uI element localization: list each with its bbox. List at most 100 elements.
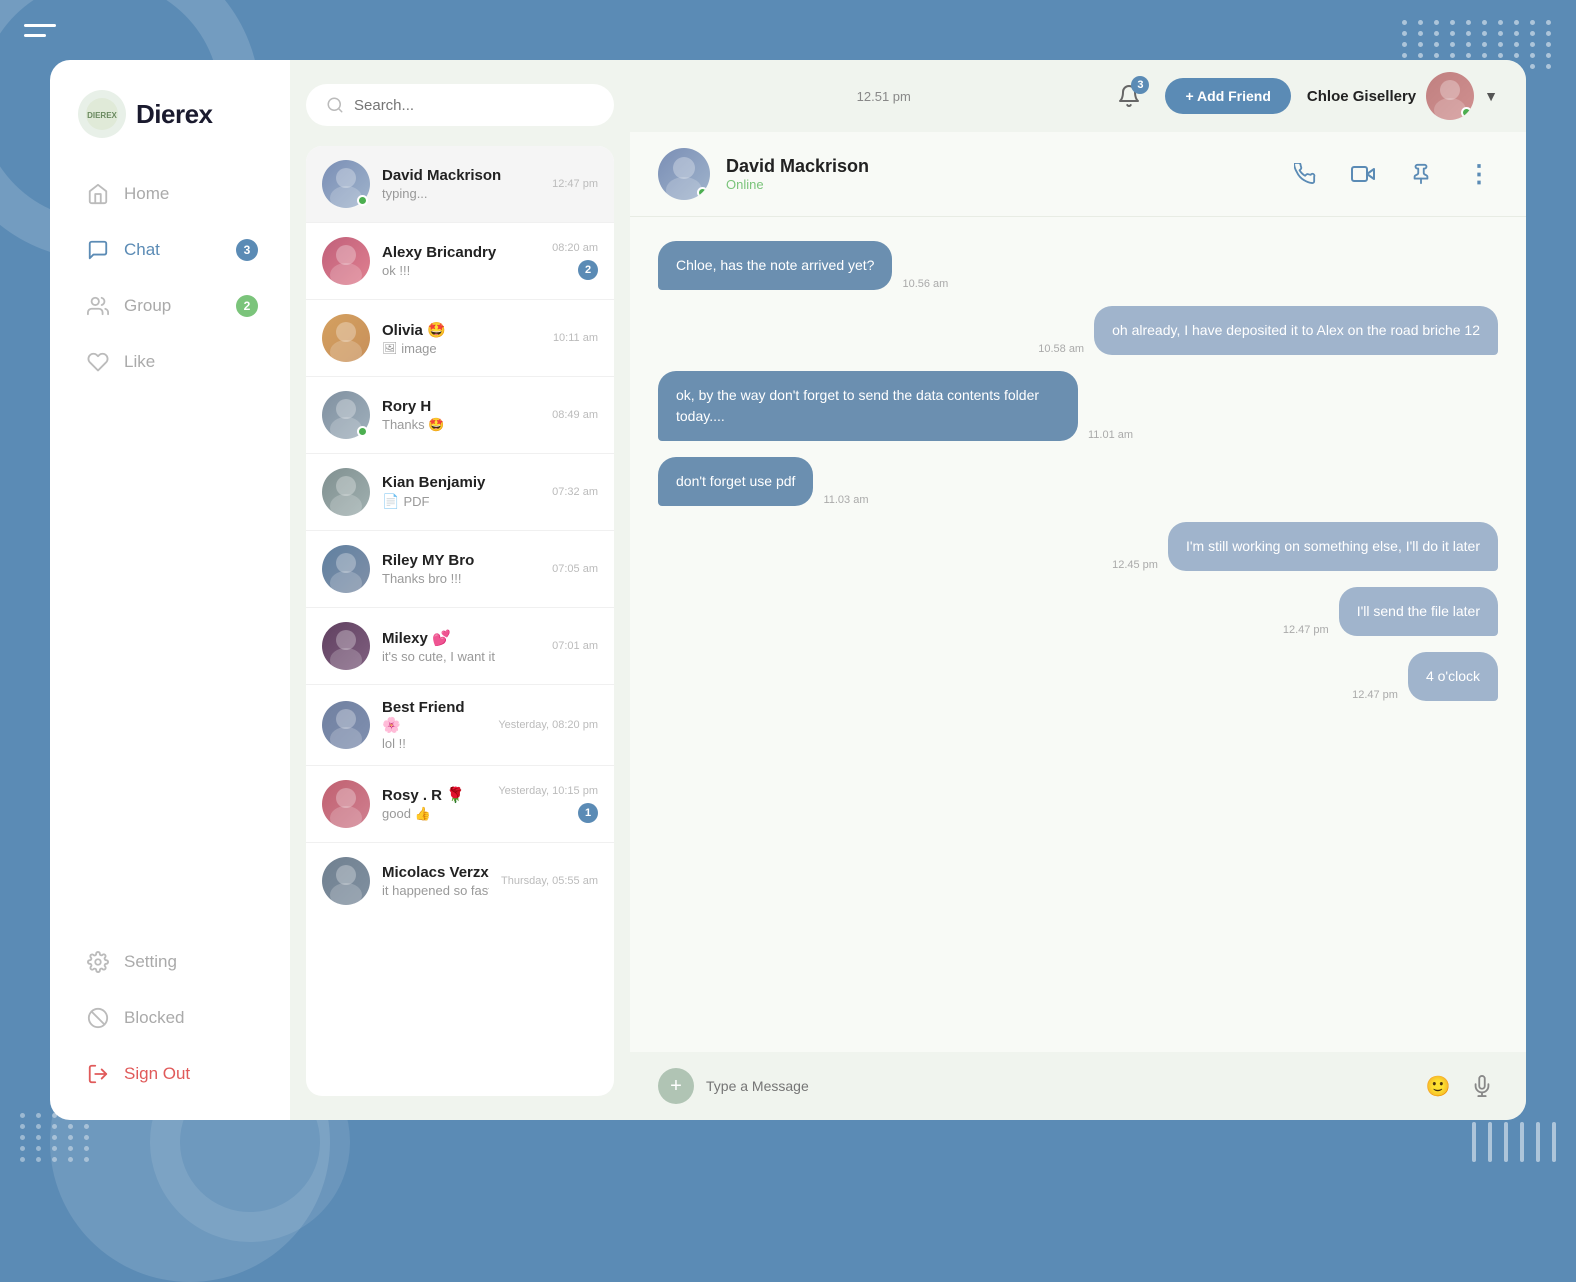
chat-header: David Mackrison Online <box>630 132 1526 217</box>
chat-preview: good 👍 <box>382 806 486 822</box>
message-bubble: ok, by the way don't forget to send the … <box>658 371 1078 441</box>
sidebar-logo: DIEREX Dierex <box>50 90 290 168</box>
chat-item[interactable]: Rory H Thanks 🤩 08:49 am <box>306 377 614 454</box>
sidebar-item-blocked[interactable]: Blocked <box>66 992 274 1044</box>
chat-list: David Mackrison typing... 12:47 pm Alexy… <box>306 146 614 1096</box>
pdf-icon: 📄 <box>382 493 399 510</box>
chat-item[interactable]: Micolacs Verzx it happened so fast... Th… <box>306 843 614 919</box>
avatar-wrap <box>322 857 370 905</box>
like-icon <box>86 350 110 374</box>
pin-button[interactable] <box>1402 155 1440 193</box>
chat-name: Rosy . R 🌹 <box>382 786 486 804</box>
user-online-dot <box>1461 107 1472 118</box>
mic-button[interactable] <box>1466 1070 1498 1102</box>
chat-preview: 📄 PDF <box>382 493 540 510</box>
chat-time: 08:49 am <box>552 409 598 421</box>
chat-time: Yesterday, 08:20 pm <box>498 719 598 731</box>
chat-name: Alexy Bricandry <box>382 244 540 261</box>
notification-button[interactable]: 3 <box>1109 76 1149 116</box>
user-profile: Chloe Gisellery ▼ <box>1307 72 1498 120</box>
chat-item[interactable]: Rosy . R 🌹 good 👍 Yesterday, 10:15 pm 1 <box>306 766 614 843</box>
chat-time: 08:20 am <box>552 242 598 254</box>
message-input[interactable] <box>706 1078 1410 1094</box>
avatar-wrap <box>322 237 370 285</box>
message-bubble: don't forget use pdf <box>658 457 813 506</box>
chat-item[interactable]: Alexy Bricandry ok !!! 08:20 am 2 <box>306 223 614 300</box>
sidebar-item-label: Group <box>124 296 171 316</box>
sidebar-item-chat[interactable]: Chat 3 <box>66 224 274 276</box>
unread-badge: 2 <box>578 260 598 280</box>
chat-time: 07:01 am <box>552 640 598 652</box>
emoji-button[interactable]: 🙂 <box>1422 1070 1454 1102</box>
avatar <box>322 622 370 670</box>
chat-preview: lol !! <box>382 736 486 751</box>
message-row: ok, by the way don't forget to send the … <box>658 371 1498 441</box>
message-bubble: Chloe, has the note arrived yet? <box>658 241 892 290</box>
sidebar-item-setting[interactable]: Setting <box>66 936 274 988</box>
sidebar-item-group[interactable]: Group 2 <box>66 280 274 332</box>
chat-time: 10:11 am <box>553 332 598 344</box>
sidebar-item-home[interactable]: Home <box>66 168 274 220</box>
chat-name: Olivia 🤩 <box>382 321 541 339</box>
sidebar-item-label: Chat <box>124 240 160 260</box>
message-time: 12.47 pm <box>1352 689 1398 701</box>
chat-meta: 07:05 am <box>552 563 598 575</box>
chat-name: Rory H <box>382 398 540 415</box>
hamburger-menu[interactable] <box>24 24 56 37</box>
message-row: I'm still working on something else, I'l… <box>658 522 1498 571</box>
message-row: 4 o'clock 12.47 pm <box>658 652 1498 701</box>
more-options-button[interactable]: ⋮ <box>1460 155 1498 193</box>
chat-time: Yesterday, 10:15 pm <box>498 785 598 797</box>
chat-item[interactable]: Riley MY Bro Thanks bro !!! 07:05 am <box>306 531 614 608</box>
chat-preview: ok !!! <box>382 263 540 278</box>
chat-preview: 🖼 image <box>382 341 541 356</box>
avatar-wrap <box>322 391 370 439</box>
messages-area: Chloe, has the note arrived yet? 10.56 a… <box>630 217 1526 1052</box>
attach-button[interactable]: + <box>658 1068 694 1104</box>
message-time: 12.47 pm <box>1283 624 1329 636</box>
chevron-down-icon[interactable]: ▼ <box>1484 88 1498 104</box>
chat-meta: 08:20 am 2 <box>552 242 598 280</box>
sidebar: DIEREX Dierex Home <box>50 60 290 1120</box>
video-call-button[interactable] <box>1344 155 1382 193</box>
message-time: 10.56 am <box>902 278 948 290</box>
avatar <box>322 701 370 749</box>
top-bar-actions: 3 + Add Friend Chloe Gisellery ▼ <box>1109 72 1498 120</box>
notification-badge: 3 <box>1131 76 1149 94</box>
chat-name: David Mackrison <box>382 167 540 184</box>
search-input[interactable] <box>354 97 594 114</box>
chat-preview: it happened so fast... <box>382 883 489 898</box>
chat-info: Rory H Thanks 🤩 <box>382 398 540 433</box>
chat-header-info: David Mackrison Online <box>726 156 1270 192</box>
sidebar-item-signout[interactable]: Sign Out <box>66 1048 274 1100</box>
home-icon <box>86 182 110 206</box>
chat-name: Micolacs Verzx <box>382 864 489 881</box>
chat-online-indicator <box>697 187 708 198</box>
chat-preview: it's so cute, I want it <box>382 649 540 664</box>
avatar-wrap <box>322 314 370 362</box>
message-time: 10.58 am <box>1038 343 1084 355</box>
chat-header-avatar <box>658 148 710 200</box>
avatar <box>322 857 370 905</box>
chat-header-name: David Mackrison <box>726 156 1270 177</box>
add-friend-button[interactable]: + Add Friend <box>1165 78 1290 114</box>
blocked-icon <box>86 1006 110 1030</box>
avatar-wrap <box>322 545 370 593</box>
sidebar-item-like[interactable]: Like <box>66 336 274 388</box>
chat-item[interactable]: Best Friend 🌸 lol !! Yesterday, 08:20 pm <box>306 685 614 766</box>
chat-item[interactable]: Kian Benjamiy 📄 PDF 07:32 am <box>306 454 614 531</box>
group-icon <box>86 294 110 318</box>
search-box[interactable] <box>306 84 614 126</box>
chat-item[interactable]: Milexy 💕 it's so cute, I want it 07:01 a… <box>306 608 614 685</box>
chat-item[interactable]: Olivia 🤩 🖼 image 10:11 am <box>306 300 614 377</box>
chat-name: Best Friend 🌸 <box>382 699 486 734</box>
chat-item[interactable]: David Mackrison typing... 12:47 pm <box>306 146 614 223</box>
chat-meta: Thursday, 05:55 am <box>501 875 598 887</box>
avatar-wrap <box>322 160 370 208</box>
message-bubble: I'm still working on something else, I'l… <box>1168 522 1498 571</box>
microphone-icon <box>1471 1075 1493 1097</box>
chat-meta: 12:47 pm <box>552 178 598 190</box>
sidebar-item-label: Sign Out <box>124 1064 190 1084</box>
phone-call-button[interactable] <box>1286 155 1324 193</box>
chat-meta: 07:32 am <box>552 486 598 498</box>
